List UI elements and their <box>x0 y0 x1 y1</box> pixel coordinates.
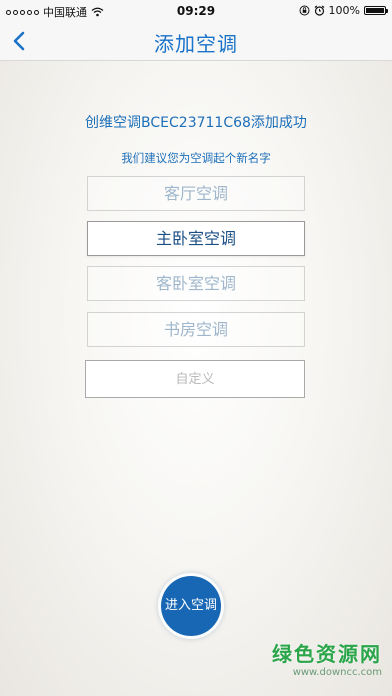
name-option-guest-bedroom[interactable]: 客卧室空调 <box>87 266 305 301</box>
battery-icon <box>364 6 388 15</box>
name-option-master-bedroom[interactable]: 主卧室空调 <box>87 221 305 256</box>
battery-fill <box>366 8 384 13</box>
success-message: 创维空调BCEC23711C68添加成功 <box>85 115 307 131</box>
nav-bar: 添加空调 <box>0 22 392 61</box>
page-title: 添加空调 <box>154 32 238 56</box>
custom-name-input[interactable] <box>85 360 305 398</box>
rotation-lock-icon <box>299 5 310 16</box>
enter-ac-button[interactable]: 进入空调 <box>161 576 221 636</box>
alarm-icon <box>314 5 324 16</box>
watermark: 绿色资源网 www.downcc.com <box>272 638 382 678</box>
suggestion-text: 我们建议您为空调起个新名字 <box>121 151 271 165</box>
status-right: 100% <box>299 4 388 17</box>
watermark-text: 绿色资源网 <box>272 642 382 666</box>
name-option-living-room[interactable]: 客厅空调 <box>87 176 305 211</box>
status-bar: 中国联通 09:29 100% <box>0 0 392 22</box>
watermark-url: www.downcc.com <box>292 667 382 678</box>
battery-percent: 100% <box>328 4 360 17</box>
name-option-study[interactable]: 书房空调 <box>87 312 305 347</box>
